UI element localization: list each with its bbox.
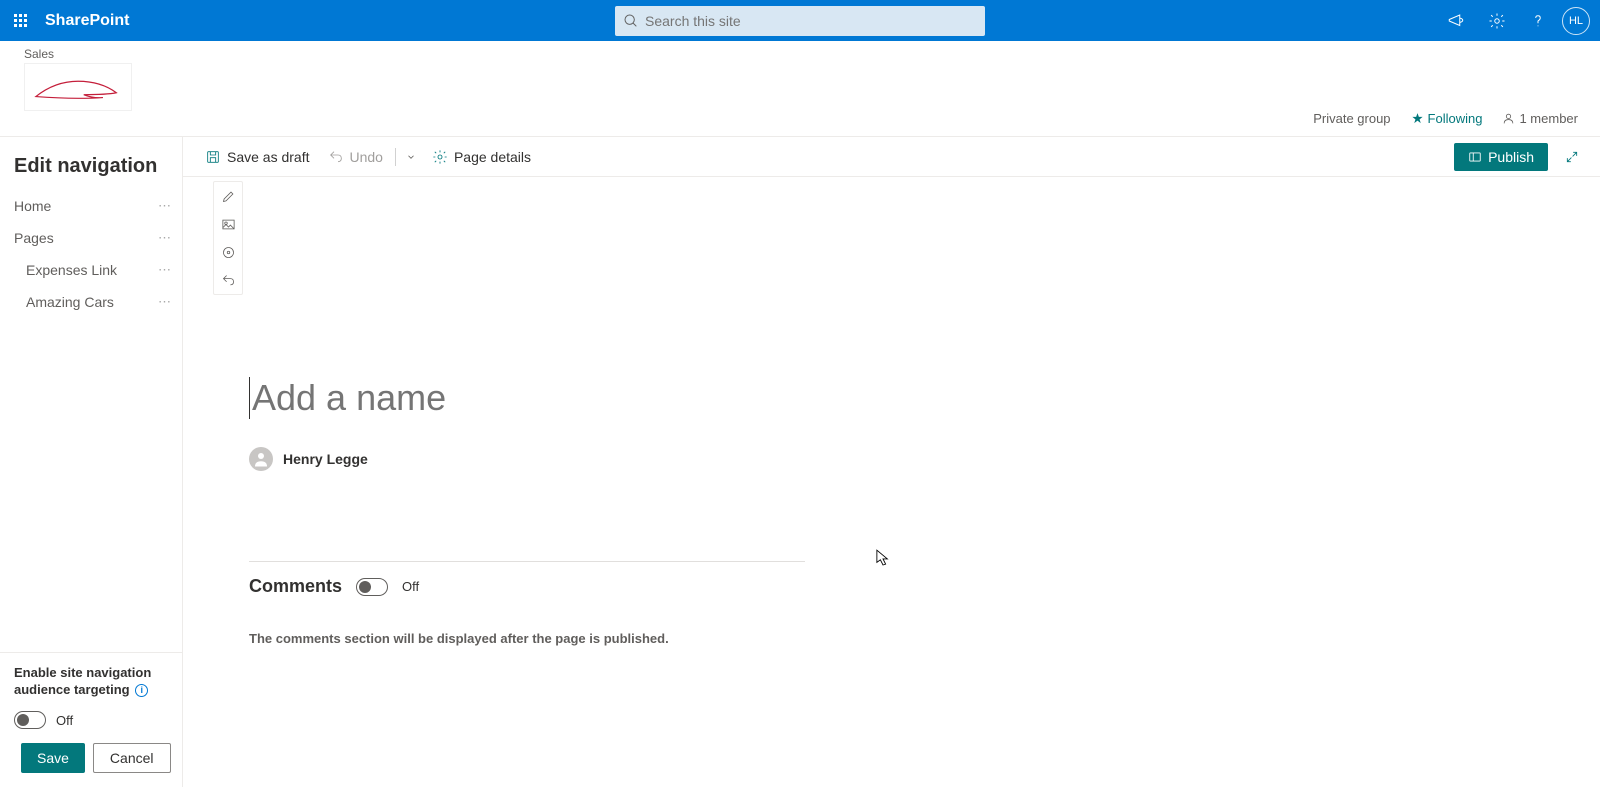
title-focal-button[interactable]: [214, 238, 242, 266]
pencil-icon: [221, 189, 236, 204]
audience-toggle-row: Off: [14, 711, 168, 729]
mouse-cursor: [876, 549, 890, 570]
nav-panel: Edit navigation Home ⋯ Pages ⋯ Expenses …: [0, 137, 183, 787]
search-icon: [623, 13, 639, 29]
nav-item-pages[interactable]: Pages ⋯: [0, 222, 182, 254]
main-layout: Edit navigation Home ⋯ Pages ⋯ Expenses …: [0, 136, 1600, 787]
nav-footer: Enable site navigation audience targetin…: [0, 652, 182, 787]
members-button[interactable]: 1 member: [1502, 111, 1578, 126]
image-icon: [221, 217, 236, 232]
comments-heading: Comments: [249, 576, 342, 597]
waffle-icon: [14, 14, 27, 27]
reset-icon: [221, 273, 236, 288]
save-icon: [205, 149, 221, 165]
comments-toggle[interactable]: [356, 578, 388, 596]
audience-toggle[interactable]: [14, 711, 46, 729]
nav-item-label: Expenses Link: [26, 262, 117, 278]
undo-dropdown-caret[interactable]: [400, 145, 422, 169]
nav-item-label: Home: [14, 198, 51, 214]
expand-icon: [1565, 150, 1579, 164]
focal-icon: [221, 245, 236, 260]
page-details-label: Page details: [454, 149, 531, 165]
members-label: 1 member: [1519, 111, 1578, 126]
site-header: Sales: [0, 41, 1600, 111]
title-image-button[interactable]: [214, 210, 242, 238]
ellipsis-icon[interactable]: ⋯: [158, 294, 172, 310]
app-launcher-button[interactable]: [0, 0, 41, 41]
user-avatar[interactable]: HL: [1562, 7, 1590, 35]
chevron-down-icon: [406, 152, 416, 162]
comments-header-row: Comments Off: [249, 576, 805, 597]
ellipsis-icon[interactable]: ⋯: [158, 230, 172, 246]
megaphone-button[interactable]: [1435, 0, 1476, 41]
megaphone-icon: [1447, 12, 1465, 30]
publish-button[interactable]: Publish: [1454, 143, 1548, 171]
gear-icon: [432, 149, 448, 165]
undo-label: Undo: [350, 149, 383, 165]
page-details-button[interactable]: Page details: [424, 145, 539, 169]
star-icon: [1411, 112, 1424, 125]
nav-item-label: Pages: [14, 230, 54, 246]
car-logo-icon: [25, 64, 131, 110]
search-container: [615, 6, 985, 36]
nav-item-amazing-cars[interactable]: Amazing Cars ⋯: [0, 286, 182, 318]
title-tool-rail: [213, 181, 243, 295]
nav-list: Home ⋯ Pages ⋯ Expenses Link ⋯ Amazing C…: [0, 190, 182, 652]
undo-icon: [328, 149, 344, 165]
person-icon: [1502, 112, 1515, 125]
help-button[interactable]: [1517, 0, 1558, 41]
search-box[interactable]: [615, 6, 985, 36]
gear-icon: [1488, 12, 1506, 30]
app-title[interactable]: SharePoint: [45, 12, 129, 30]
suite-bar: SharePoint HL: [0, 0, 1600, 41]
author-name[interactable]: Henry Legge: [283, 451, 368, 467]
comments-toggle-state: Off: [402, 579, 419, 594]
save-as-draft-button[interactable]: Save as draft: [197, 145, 318, 169]
save-button[interactable]: Save: [21, 743, 85, 773]
nav-panel-title: Edit navigation: [0, 137, 182, 190]
site-name[interactable]: Sales: [24, 47, 1576, 61]
comments-note: The comments section will be displayed a…: [249, 631, 805, 646]
following-button[interactable]: Following: [1411, 111, 1483, 126]
publish-label: Publish: [1488, 149, 1534, 165]
site-logo[interactable]: [24, 63, 132, 111]
audience-toggle-state: Off: [56, 713, 73, 728]
ellipsis-icon[interactable]: ⋯: [158, 198, 172, 214]
person-icon: [252, 450, 270, 468]
content-area: Save as draft Undo Page details Publish: [183, 137, 1600, 787]
publish-icon: [1468, 150, 1482, 164]
suite-right: HL: [1435, 0, 1600, 41]
nav-actions: Save Cancel: [14, 729, 168, 787]
ellipsis-icon[interactable]: ⋯: [158, 262, 172, 278]
section-divider: [249, 561, 805, 562]
nav-item-expenses-link[interactable]: Expenses Link ⋯: [0, 254, 182, 286]
page-title-input[interactable]: [249, 377, 805, 419]
author-avatar[interactable]: [249, 447, 273, 471]
following-label: Following: [1428, 111, 1483, 126]
search-input[interactable]: [645, 13, 977, 29]
settings-button[interactable]: [1476, 0, 1517, 41]
title-reset-button[interactable]: [214, 266, 242, 294]
expand-button[interactable]: [1558, 143, 1586, 171]
command-bar-right: Publish: [1454, 143, 1586, 171]
help-icon: [1529, 12, 1547, 30]
page-canvas: Henry Legge Comments Off The comments se…: [207, 177, 847, 646]
save-as-draft-label: Save as draft: [227, 149, 310, 165]
edit-title-button[interactable]: [214, 182, 242, 210]
audience-targeting-label: Enable site navigation audience targetin…: [14, 665, 168, 699]
info-icon[interactable]: i: [135, 684, 148, 697]
undo-button[interactable]: Undo: [320, 145, 391, 169]
cancel-button[interactable]: Cancel: [93, 743, 171, 773]
nav-item-home[interactable]: Home ⋯: [0, 190, 182, 222]
divider: [395, 148, 396, 166]
group-type-label: Private group: [1313, 111, 1390, 126]
command-bar: Save as draft Undo Page details Publish: [183, 137, 1600, 177]
canvas-wrap: Henry Legge Comments Off The comments se…: [183, 177, 1600, 787]
author-row: Henry Legge: [249, 447, 805, 471]
site-meta: Private group Following 1 member: [0, 111, 1600, 136]
nav-item-label: Amazing Cars: [26, 294, 114, 310]
